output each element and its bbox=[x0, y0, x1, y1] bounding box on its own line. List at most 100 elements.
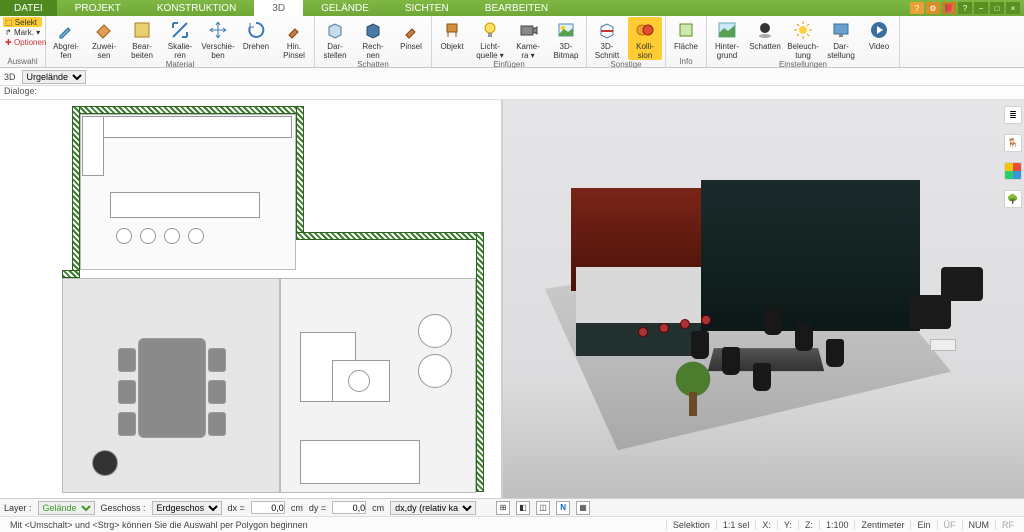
help2-icon[interactable]: ? bbox=[958, 2, 972, 14]
status-scale-sel: 1:1 sel bbox=[716, 520, 756, 530]
menu-tab-sichten[interactable]: SICHTEN bbox=[387, 0, 467, 16]
maximize-icon[interactable]: □ bbox=[990, 2, 1004, 14]
tool-n-icon[interactable]: N bbox=[556, 501, 570, 515]
dy-label: dy = bbox=[309, 503, 326, 513]
bitmap3d-button[interactable]: 3D- Bitmap bbox=[549, 17, 583, 60]
status-y: Y: bbox=[777, 520, 798, 530]
workspace: ≣ 🪑 🌳 bbox=[0, 100, 1024, 498]
ribbon-group-info: Fläche Info bbox=[666, 16, 707, 67]
dx-input[interactable] bbox=[251, 501, 285, 514]
landscape-icon bbox=[716, 19, 738, 41]
tool-b-icon[interactable]: ◧ bbox=[516, 501, 530, 515]
selekt-button[interactable]: ⬚ Selekt bbox=[3, 17, 42, 27]
ribbon-group-einfuegen: Objekt Licht- quelle ▾ Kame- ra ▾ 3D- Bi… bbox=[432, 16, 587, 67]
tree-icon[interactable]: 🌳 bbox=[1004, 190, 1022, 208]
status-z: Z: bbox=[798, 520, 819, 530]
menu-tab-konstruktion[interactable]: KONSTRUKTION bbox=[139, 0, 254, 16]
edit-icon bbox=[131, 19, 153, 41]
layer-label: Layer : bbox=[4, 503, 32, 513]
tool-grid-icon[interactable]: ▦ bbox=[576, 501, 590, 515]
move-icon bbox=[207, 19, 229, 41]
objekt-button[interactable]: Objekt bbox=[435, 17, 469, 51]
image-icon bbox=[555, 19, 577, 41]
status-ein: Ein bbox=[910, 520, 936, 530]
video-button[interactable]: Video bbox=[862, 17, 896, 51]
minimize-icon[interactable]: − bbox=[974, 2, 988, 14]
geschoss-dropdown[interactable]: Erdgeschos bbox=[152, 501, 222, 515]
hintergrund-button[interactable]: Hinter- grund bbox=[710, 17, 744, 60]
dropper-icon bbox=[55, 19, 77, 41]
tool-a-icon[interactable]: ⊞ bbox=[496, 501, 510, 515]
dy-input[interactable] bbox=[332, 501, 366, 514]
schnitt3d-button[interactable]: 3D- Schnitt bbox=[590, 17, 624, 60]
dx-label: dx = bbox=[228, 503, 245, 513]
context-row: 3D Urgelände bbox=[0, 68, 1024, 86]
ribbon-group-title: Auswahl bbox=[3, 57, 42, 67]
flaeche-button[interactable]: Fläche bbox=[669, 17, 703, 51]
display-icon bbox=[830, 19, 852, 41]
rotate-icon bbox=[245, 19, 267, 41]
brush-icon bbox=[400, 19, 422, 41]
menu-tab-projekt[interactable]: PROJEKT bbox=[57, 0, 139, 16]
play-icon bbox=[868, 19, 890, 41]
help-icon[interactable]: ? bbox=[910, 2, 924, 14]
hinpinsel-button[interactable]: Hin. Pinsel bbox=[277, 17, 311, 60]
menu-tab-datei[interactable]: DATEI bbox=[0, 0, 57, 16]
colors-icon[interactable] bbox=[1004, 162, 1022, 180]
status-uf: ÜF bbox=[937, 520, 962, 530]
settings-icon[interactable]: ⚙ bbox=[926, 2, 940, 14]
verschieben-button[interactable]: Verschie- ben bbox=[201, 17, 235, 60]
ribbon-group-sonstige: 3D- Schnitt Kolli- sion Sonstige bbox=[587, 16, 666, 67]
menu-tab-bearbeiten[interactable]: BEARBEITEN bbox=[467, 0, 566, 16]
mark-button[interactable]: ↱ Mark. ▾ bbox=[3, 27, 42, 37]
menu-tab-3d[interactable]: 3D bbox=[254, 0, 303, 16]
bearbeiten-button[interactable]: Bear- beiten bbox=[125, 17, 159, 60]
schatten-button[interactable]: Schatten bbox=[748, 17, 782, 51]
rechnen-button[interactable]: Rech- nen bbox=[356, 17, 390, 60]
lichtquelle-button[interactable]: Licht- quelle ▾ bbox=[473, 17, 507, 60]
chair-icon bbox=[441, 19, 463, 41]
viewport-3d[interactable]: ≣ 🪑 🌳 bbox=[503, 100, 1024, 498]
menu-bar: DATEI PROJEKT KONSTRUKTION 3D GELÄNDE SI… bbox=[0, 0, 1024, 16]
brush-back-icon bbox=[283, 19, 305, 41]
collision-icon bbox=[634, 19, 656, 41]
darstellen-button[interactable]: Dar- stellen bbox=[318, 17, 352, 60]
ribbon-group-auswahl: ⬚ Selekt ↱ Mark. ▾ ✚ Optionen Auswahl bbox=[0, 16, 46, 67]
close-icon[interactable]: × bbox=[1006, 2, 1020, 14]
status-scale: 1:100 bbox=[819, 520, 855, 530]
lightbulb-icon bbox=[479, 19, 501, 41]
status-bar: Mit <Umschalt> und <Strg> können Sie die… bbox=[0, 516, 1024, 532]
kollision-button[interactable]: Kolli- sion bbox=[628, 17, 662, 60]
scale-icon bbox=[169, 19, 191, 41]
kamera-button[interactable]: Kame- ra ▾ bbox=[511, 17, 545, 60]
layer-select[interactable]: Urgelände bbox=[22, 70, 86, 84]
menu-tab-gelaende[interactable]: GELÄNDE bbox=[303, 0, 387, 16]
ribbon-group-material: Abgrei- fen Zuwei- sen Bear- beiten Skal… bbox=[46, 16, 315, 67]
status-rf: RF bbox=[995, 520, 1020, 530]
drehen-button[interactable]: Drehen bbox=[239, 17, 273, 51]
coord-mode-dropdown[interactable]: dx,dy (relativ ka bbox=[390, 501, 476, 515]
shadow-icon bbox=[754, 19, 776, 41]
status-unit: Zentimeter bbox=[854, 520, 910, 530]
layers-icon[interactable]: ≣ bbox=[1004, 106, 1022, 124]
ribbon-group-einstellungen: Hinter- grund Schatten Beleuch- tung Dar… bbox=[707, 16, 900, 67]
bottom-bar: Layer : Gelände Geschoss : Erdgeschos dx… bbox=[0, 498, 1024, 516]
pinsel-button[interactable]: Pinsel bbox=[394, 17, 428, 51]
optionen-button[interactable]: ✚ Optionen bbox=[3, 37, 42, 47]
layer-dropdown[interactable]: Gelände bbox=[38, 501, 95, 515]
ribbon-group-title: Info bbox=[669, 57, 703, 67]
window-controls: ? ⚙ 📕 ? − □ × bbox=[910, 2, 1024, 14]
geschoss-label: Geschoss : bbox=[101, 503, 146, 513]
status-x: X: bbox=[755, 520, 777, 530]
book-icon[interactable]: 📕 bbox=[942, 2, 956, 14]
status-num: NUM bbox=[962, 520, 996, 530]
abgreifen-button[interactable]: Abgrei- fen bbox=[49, 17, 83, 60]
furniture-icon[interactable]: 🪑 bbox=[1004, 134, 1022, 152]
beleuchtung-button[interactable]: Beleuch- tung bbox=[786, 17, 820, 60]
zuweisen-button[interactable]: Zuwei- sen bbox=[87, 17, 121, 60]
tool-c-icon[interactable]: ◫ bbox=[536, 501, 550, 515]
viewport-2d[interactable] bbox=[0, 100, 503, 498]
skalieren-button[interactable]: Skalie- ren bbox=[163, 17, 197, 60]
darstellung-button[interactable]: Dar- stellung bbox=[824, 17, 858, 60]
bucket-icon bbox=[93, 19, 115, 41]
